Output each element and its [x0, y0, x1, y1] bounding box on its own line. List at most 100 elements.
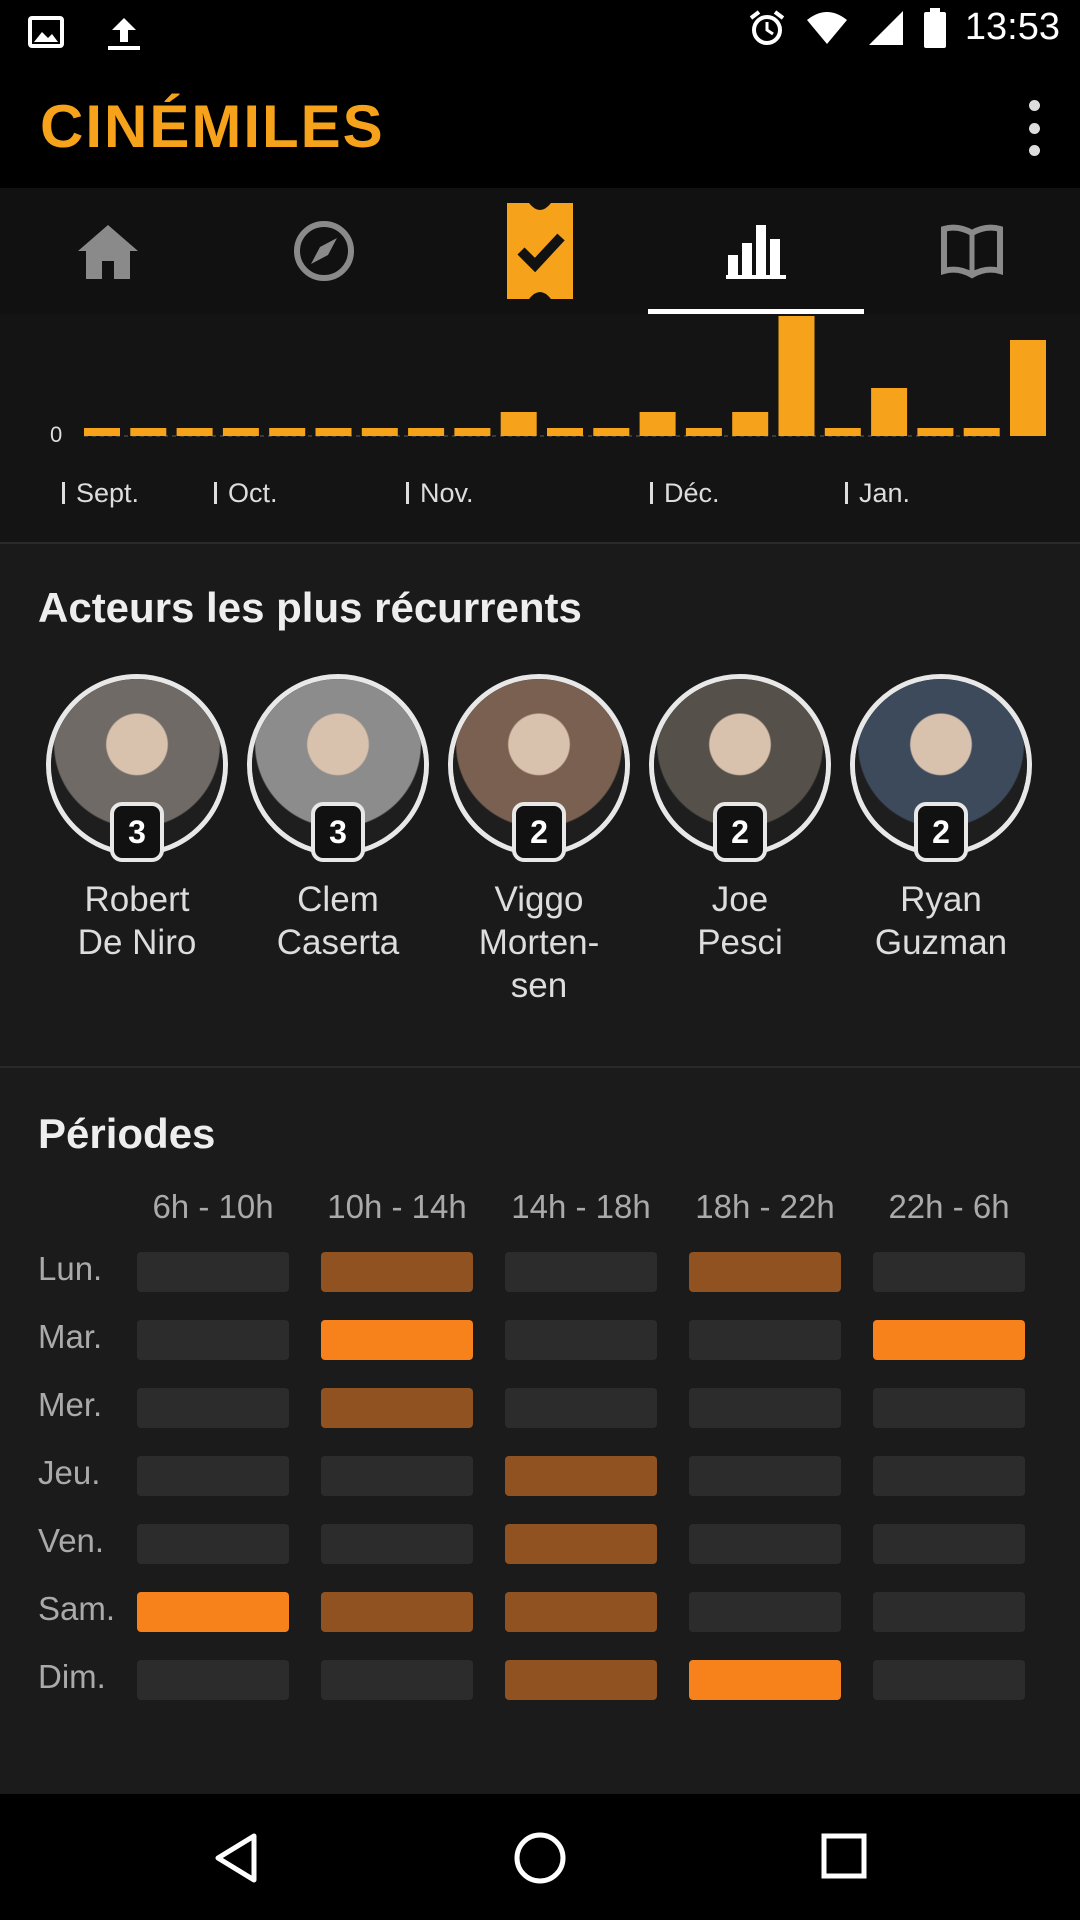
bar-chart: 0 Sept. Oct. Nov. Déc. Jan.	[50, 316, 1046, 508]
actor-card[interactable]: 2 Joe Pesci	[640, 674, 840, 964]
chart-bar	[917, 428, 954, 436]
count-badge: 3	[311, 802, 365, 862]
period-cell	[873, 1252, 1025, 1292]
actor-name: Joe Pesci	[697, 880, 783, 962]
upload-icon	[108, 18, 140, 50]
signal-icon	[868, 10, 903, 45]
home-icon	[78, 225, 138, 279]
back-icon[interactable]	[212, 1832, 260, 1884]
chart-bar	[176, 428, 213, 436]
period-cell	[505, 1320, 657, 1360]
chart-bar	[963, 428, 1000, 436]
app-bar: CINÉMILES	[0, 64, 1080, 188]
period-cell	[137, 1456, 289, 1496]
system-nav-bar	[0, 1794, 1080, 1920]
actor-card[interactable]: 3 Robert De Niro	[37, 674, 237, 964]
period-row-label: Mer.	[38, 1386, 103, 1423]
tab-home[interactable]	[0, 188, 216, 314]
period-cell	[689, 1388, 841, 1428]
chart-bar	[500, 412, 537, 436]
period-cell	[873, 1388, 1025, 1428]
period-cell	[505, 1592, 657, 1632]
period-cell	[873, 1320, 1025, 1360]
tab-stats[interactable]	[648, 188, 864, 314]
period-cell	[137, 1660, 289, 1700]
period-row-label: Mar.	[38, 1318, 103, 1355]
period-cell	[689, 1456, 841, 1496]
alarm-icon	[749, 9, 785, 45]
month-tick	[845, 482, 848, 504]
period-cell	[505, 1252, 657, 1292]
month-label: Sept.	[76, 478, 139, 508]
chart-bar	[547, 428, 583, 436]
home-circle-icon[interactable]	[512, 1830, 568, 1886]
chart-bar	[593, 428, 630, 436]
period-cell	[505, 1388, 657, 1428]
month-label: Déc.	[664, 478, 720, 508]
chart-bar	[315, 428, 352, 436]
period-column-header: 18h - 22h	[695, 1188, 835, 1225]
chart-bar	[408, 428, 445, 436]
count-badge: 2	[713, 802, 767, 862]
month-tick	[406, 482, 409, 504]
actor-card[interactable]: 2 Viggo Morten-sen	[439, 674, 639, 1007]
actor-name: Clem Caserta	[276, 880, 400, 962]
period-column-header: 22h - 6h	[888, 1188, 1010, 1225]
count-badge: 3	[110, 802, 164, 862]
period-column-header: 14h - 18h	[511, 1188, 651, 1225]
period-row-label: Ven.	[38, 1522, 105, 1559]
period-cell	[321, 1320, 473, 1360]
chart-bar	[778, 316, 815, 436]
period-cell	[689, 1524, 841, 1564]
period-cell	[873, 1456, 1025, 1496]
month-label: Jan.	[859, 478, 910, 508]
tab-explore[interactable]	[216, 188, 432, 314]
clock: 13:53	[964, 6, 1060, 48]
overflow-menu-icon[interactable]	[1024, 100, 1044, 156]
chart-bar	[871, 388, 908, 436]
tab-tickets[interactable]	[432, 188, 648, 314]
period-cell	[137, 1388, 289, 1428]
period-cell	[689, 1252, 841, 1292]
actor-card[interactable]: 2 Ryan Guzman	[841, 674, 1041, 964]
period-cell	[505, 1524, 657, 1564]
actor-card[interactable]: 3 Clem Caserta	[238, 674, 438, 964]
compass-icon	[294, 221, 354, 281]
count-badge: 2	[512, 802, 566, 862]
chart-bar	[361, 428, 398, 436]
period-cell	[873, 1660, 1025, 1700]
period-cell	[321, 1456, 473, 1496]
actor-name: Viggo Morten-sen	[478, 880, 600, 1005]
period-row-label: Sam.	[38, 1590, 116, 1627]
section-title-periods: Périodes	[38, 1110, 216, 1157]
period-cell	[137, 1524, 289, 1564]
chart-bar	[1010, 340, 1046, 436]
month-tick	[62, 482, 65, 504]
actor-name: Robert De Niro	[77, 880, 197, 962]
monthly-chart: 0 Sept. Oct. Nov. Déc. Jan.	[0, 314, 1080, 544]
period-cell	[321, 1524, 473, 1564]
period-cell	[689, 1660, 841, 1700]
period-column-header: 10h - 14h	[327, 1188, 467, 1225]
status-bar: 13:53	[0, 0, 1080, 64]
chart-bar	[639, 412, 676, 436]
bar-chart-icon	[726, 225, 786, 279]
app-logo: CINÉMILES	[40, 93, 385, 160]
period-cell	[689, 1592, 841, 1632]
recents-icon[interactable]	[820, 1832, 868, 1882]
chart-bar	[824, 428, 861, 436]
month-tick	[650, 482, 653, 504]
actor-name: Ryan Guzman	[874, 880, 1008, 962]
period-cell	[873, 1592, 1025, 1632]
period-cell	[321, 1252, 473, 1292]
count-badge: 2	[914, 802, 968, 862]
tab-bar	[0, 188, 1080, 314]
month-label: Oct.	[228, 478, 278, 508]
tab-library[interactable]	[864, 188, 1080, 314]
period-cell	[505, 1660, 657, 1700]
chart-bar	[84, 428, 120, 436]
image-icon	[28, 16, 64, 48]
recurring-actors-section: Acteurs les plus récurrents 3 Robert De Ni…	[0, 544, 1080, 1068]
chart-bar	[269, 428, 306, 436]
period-cell	[321, 1592, 473, 1632]
